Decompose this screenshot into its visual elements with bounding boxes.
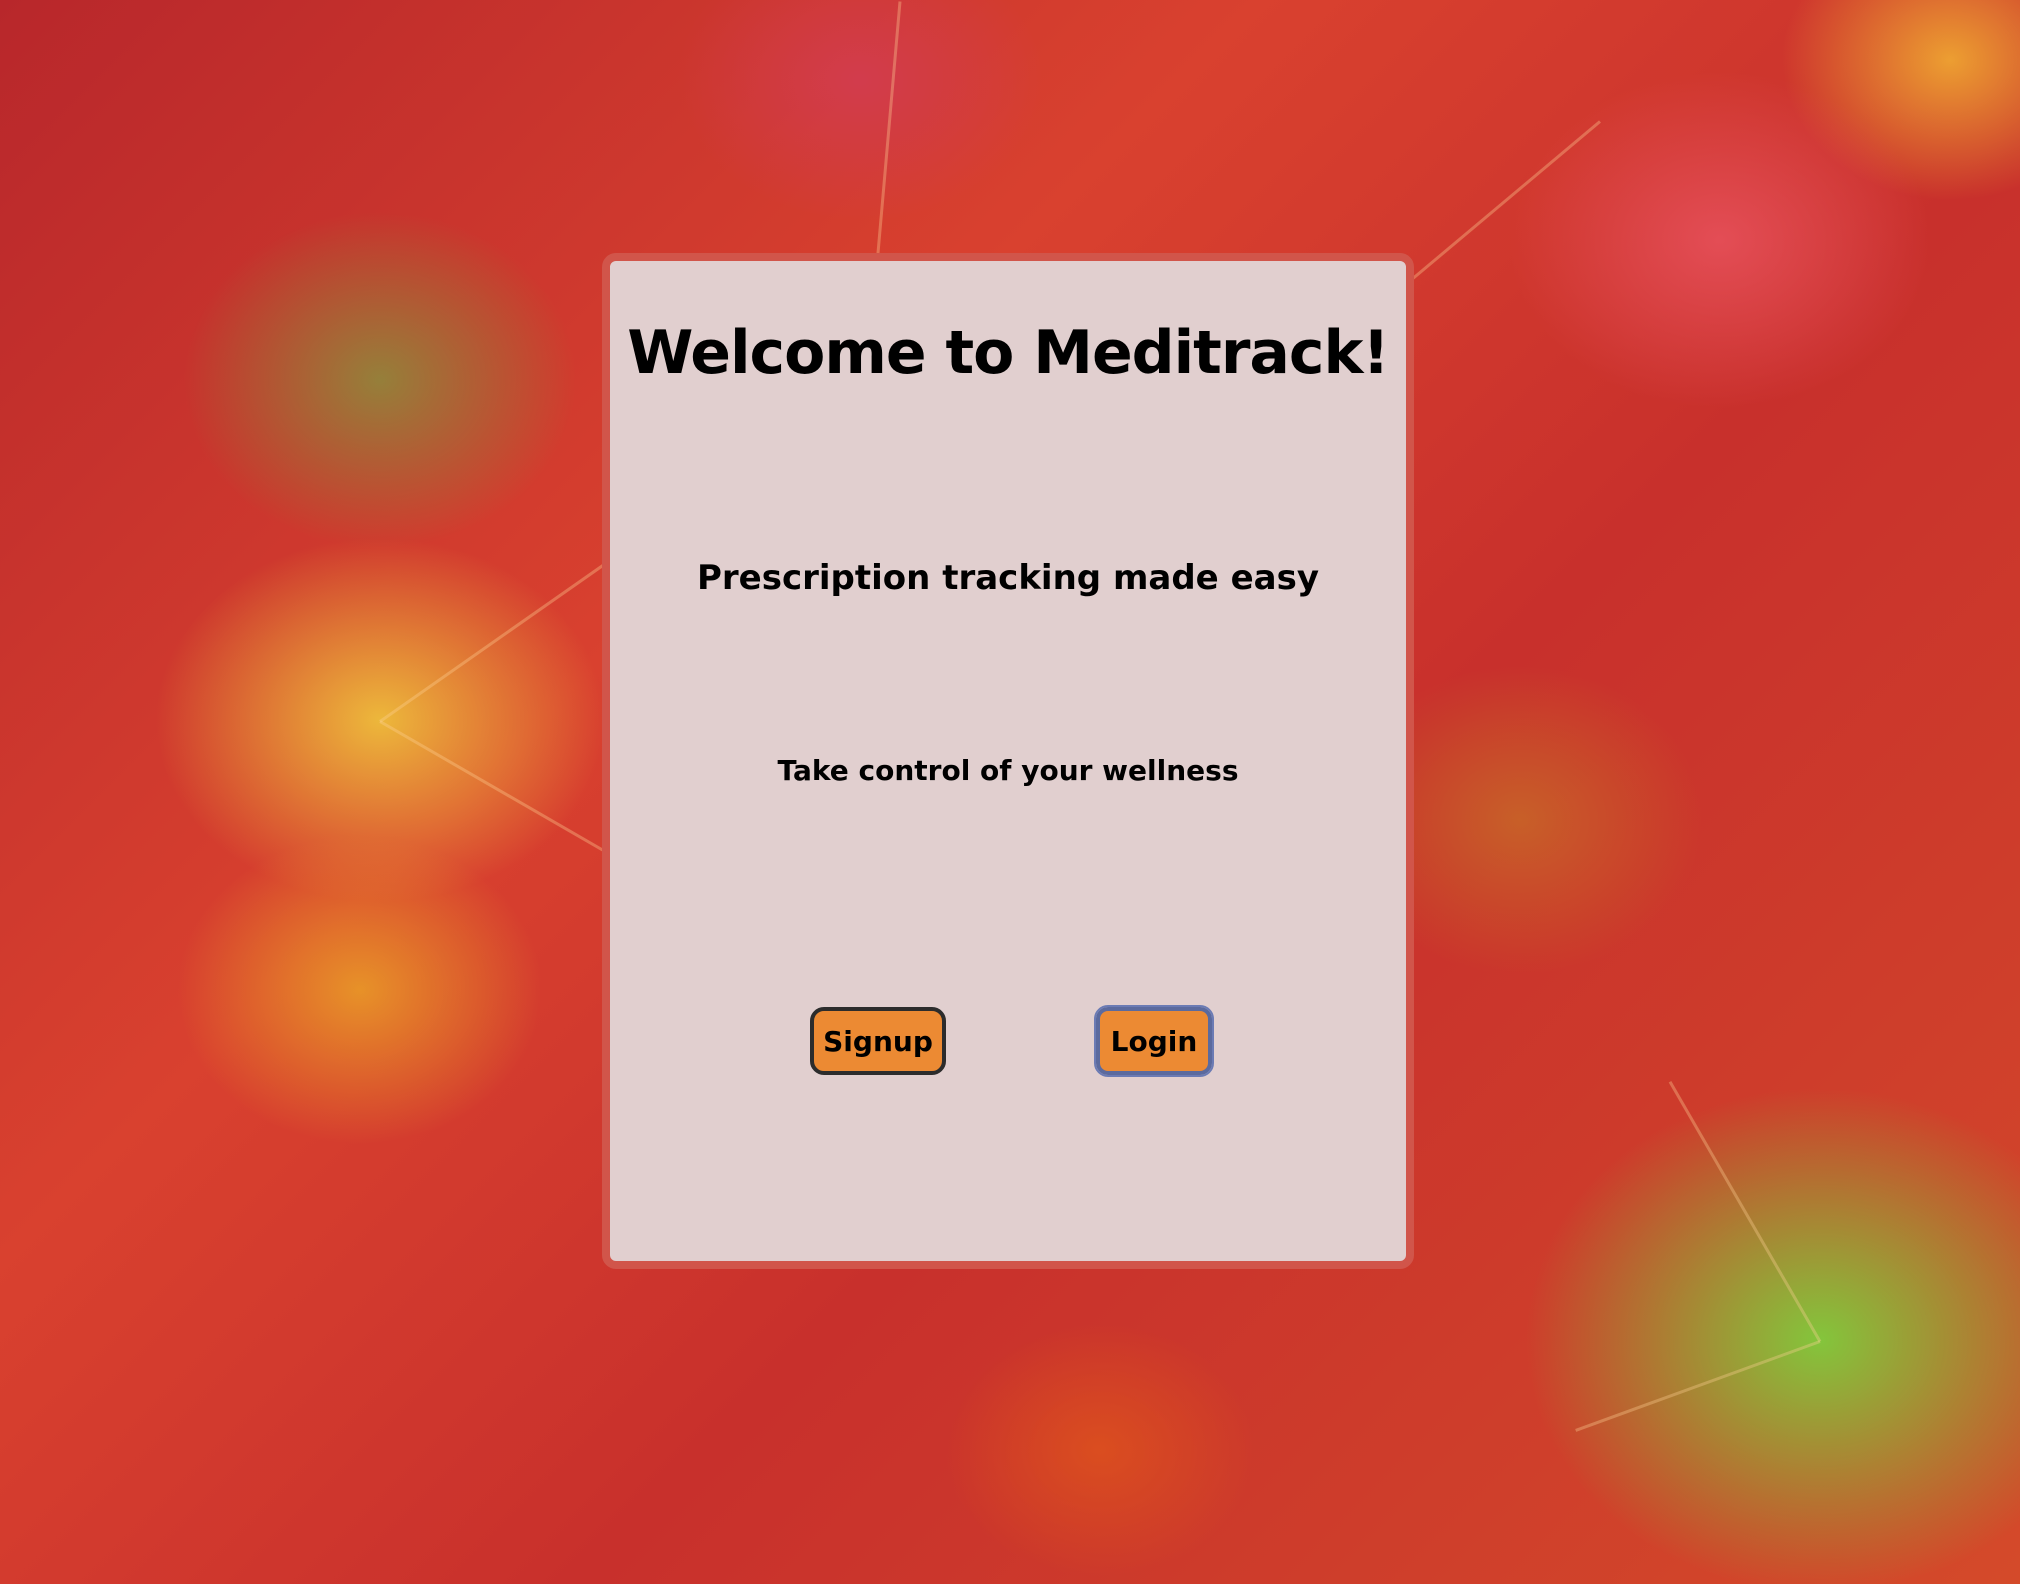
welcome-card: Welcome to Meditrack! Prescription track… <box>602 253 1414 1269</box>
login-button[interactable]: Login <box>1094 1005 1214 1077</box>
signup-button[interactable]: Signup <box>810 1007 946 1075</box>
leaf-vein <box>1668 1080 1822 1343</box>
page-title: Welcome to Meditrack! <box>627 318 1390 388</box>
tagline: Take control of your wellness <box>777 754 1239 787</box>
subtitle: Prescription tracking made easy <box>697 558 1319 598</box>
leaf-vein <box>1575 1340 1821 1432</box>
